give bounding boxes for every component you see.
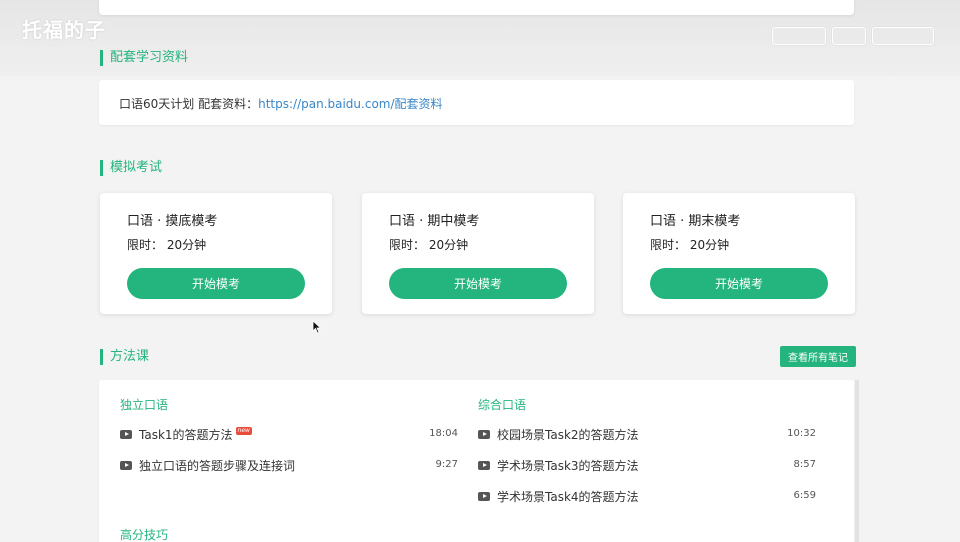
lesson-title: 学术场景Task3的答题方法 [497, 458, 639, 473]
start-exam-button[interactable]: 开始模考 [127, 268, 305, 299]
exam-time-value: 20分钟 [166, 238, 207, 252]
materials-panel: 口语60天计划 配套资料：https://pan.baidu.com/配套资料 [99, 80, 854, 125]
exam-card-midterm: 口语 · 期中模考 限时： 20分钟 开始模考 [362, 193, 594, 314]
lesson-item[interactable]: 校园场景Task2的答题方法 [478, 426, 639, 442]
exam-time: 限时： 20分钟 [389, 236, 468, 253]
courses-section-title: 方法课 [100, 349, 149, 365]
lesson-title: 校园场景Task2的答题方法 [497, 427, 639, 442]
exam-time-label: 限时： [650, 238, 687, 252]
lesson-title: Task1的答题方法 [139, 427, 233, 442]
exam-time-label: 限时： [127, 238, 164, 252]
exams-section-title: 模拟考试 [100, 160, 162, 176]
cursor-icon [312, 320, 322, 334]
lesson-duration: 18:04 [429, 428, 458, 439]
exam-time-value: 20分钟 [428, 238, 469, 252]
exam-time: 限时： 20分钟 [127, 236, 206, 253]
play-icon [478, 460, 490, 470]
play-icon [478, 491, 490, 501]
lesson-duration: 10:32 [787, 428, 816, 439]
site-logo[interactable]: 托福的子 [22, 14, 106, 43]
column-title-integrated: 综合口语 [478, 398, 527, 412]
materials-link[interactable]: https://pan.baidu.com/配套资料 [258, 97, 442, 111]
column-title-independent: 独立口语 [120, 398, 169, 412]
lesson-duration: 8:57 [793, 459, 816, 470]
courses-panel: 独立口语 综合口语 Task1的答题方法 new 18:04 独立口语的答题步骤… [99, 380, 854, 542]
top-panel [99, 0, 854, 15]
lesson-item[interactable]: 独立口语的答题步骤及连接词 [120, 457, 295, 473]
new-badge: new [235, 427, 252, 435]
exam-card-diagnostic: 口语 · 摸底模考 限时： 20分钟 开始模考 [100, 193, 332, 314]
exam-title: 口语 · 摸底模考 [127, 214, 218, 229]
scrollbar[interactable] [855, 380, 859, 542]
start-exam-button[interactable]: 开始模考 [650, 268, 828, 299]
lesson-duration: 6:59 [793, 490, 816, 501]
exam-title: 口语 · 期末模考 [650, 214, 741, 229]
lesson-item[interactable]: Task1的答题方法 new [120, 426, 252, 442]
play-icon [478, 429, 490, 439]
start-exam-button[interactable]: 开始模考 [389, 268, 567, 299]
lesson-item[interactable]: 学术场景Task3的答题方法 [478, 457, 639, 473]
exam-time: 限时： 20分钟 [650, 236, 729, 253]
exam-card-final: 口语 · 期末模考 限时： 20分钟 开始模考 [623, 193, 855, 314]
header-button-3[interactable] [872, 27, 934, 45]
exam-time-value: 20分钟 [689, 238, 730, 252]
view-all-notes-button[interactable]: 查看所有笔记 [780, 346, 856, 367]
play-icon [120, 429, 132, 439]
header-button-1[interactable] [772, 27, 826, 45]
exam-title: 口语 · 期中模考 [389, 214, 480, 229]
play-icon [120, 460, 132, 470]
materials-text: 口语60天计划 配套资料： [119, 97, 259, 111]
exam-time-label: 限时： [389, 238, 426, 252]
column-title-tips: 高分技巧 [120, 528, 169, 542]
materials-section-title: 配套学习资料 [100, 50, 188, 66]
lesson-duration: 9:27 [435, 459, 458, 470]
header-button-2[interactable] [832, 27, 866, 45]
materials-row: 口语60天计划 配套资料：https://pan.baidu.com/配套资料 [119, 95, 443, 112]
lesson-title: 独立口语的答题步骤及连接词 [139, 458, 296, 473]
lesson-item[interactable]: 学术场景Task4的答题方法 [478, 488, 639, 504]
lesson-title: 学术场景Task4的答题方法 [497, 489, 639, 504]
